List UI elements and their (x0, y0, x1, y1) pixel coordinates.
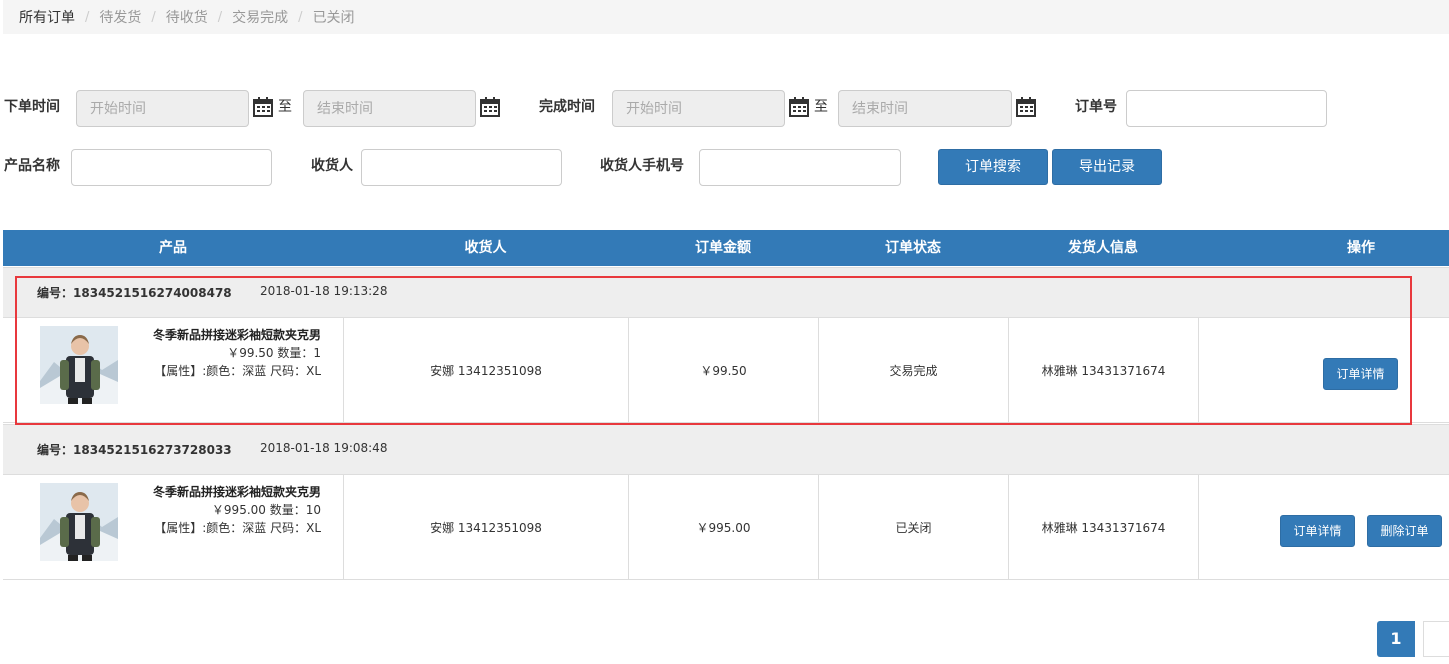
calendar-icon[interactable] (1016, 97, 1036, 117)
product-info: 冬季新品拼接迷彩袖短款夹克男 ￥995.00 数量：10 【属性】:颜色：深蓝 … (153, 483, 321, 537)
product-price-qty: ￥99.50 数量：1 (227, 346, 321, 360)
order-number: 编号：1834521516274008478 (37, 284, 232, 301)
order-status-tabs: 所有订单 / 待发货 / 待收货 / 交易完成 / 已关闭 (3, 0, 1449, 34)
order-date: 2018-01-18 19:13:28 (260, 284, 388, 298)
export-records-button[interactable]: 导出记录 (1052, 149, 1162, 185)
product-info: 冬季新品拼接迷彩袖短款夹克男 ￥99.50 数量：1 【属性】:颜色：深蓝 尺码… (153, 326, 321, 380)
order-time-end-input[interactable] (303, 90, 476, 127)
pagination-page-1[interactable]: 1 (1377, 621, 1415, 657)
to-label: 至 (278, 99, 292, 115)
product-name[interactable]: 冬季新品拼接迷彩袖短款夹克男 (153, 326, 321, 344)
order-number-label: 编号： (37, 286, 74, 300)
order-no-input[interactable] (1126, 90, 1327, 127)
sender-cell: 林雅琳 13431371674 (1009, 475, 1199, 579)
order-no-label: 订单号 (1075, 99, 1117, 115)
product-thumbnail[interactable] (40, 483, 118, 561)
product-attributes: 【属性】:颜色：深蓝 尺码：XL (154, 364, 321, 378)
table-row: 冬季新品拼接迷彩袖短款夹克男 ￥995.00 数量：10 【属性】:颜色：深蓝 … (3, 474, 1449, 580)
order-time-label: 下单时间 (4, 99, 60, 115)
header-product: 产品 (159, 240, 187, 256)
tab-separator: / (217, 9, 223, 25)
receiver-input[interactable] (361, 149, 562, 186)
order-number-value: 1834521516273728033 (73, 443, 232, 457)
complete-time-end-input[interactable] (838, 90, 1012, 127)
actions-cell: 订单详情 删除订单 (1199, 475, 1449, 579)
complete-time-label: 完成时间 (539, 99, 595, 115)
pagination-next[interactable] (1423, 621, 1449, 657)
complete-time-start-input[interactable] (612, 90, 785, 127)
order-group-header: 编号：1834521516274008478 2018-01-18 19:13:… (3, 267, 1449, 317)
orders-table-header: 产品 收货人 订单金额 订单状态 发货人信息 操作 (3, 230, 1449, 266)
actions-cell: 订单详情 (1199, 318, 1449, 422)
product-name[interactable]: 冬季新品拼接迷彩袖短款夹克男 (153, 483, 321, 501)
order-search-button[interactable]: 订单搜索 (938, 149, 1048, 185)
order-detail-button[interactable]: 订单详情 (1280, 515, 1355, 547)
status-cell: 交易完成 (819, 318, 1009, 422)
header-sender: 发货人信息 (1068, 240, 1138, 256)
product-price-qty: ￥995.00 数量：10 (211, 503, 321, 517)
product-cell: 冬季新品拼接迷彩袖短款夹克男 ￥995.00 数量：10 【属性】:颜色：深蓝 … (3, 475, 344, 579)
order-number-label: 编号： (37, 443, 74, 457)
calendar-icon[interactable] (480, 97, 500, 117)
calendar-icon[interactable] (253, 97, 273, 117)
tab-separator: / (85, 9, 90, 25)
receiver-phone-input[interactable] (699, 149, 901, 186)
order-number-value: 1834521516274008478 (73, 286, 232, 300)
product-name-input[interactable] (71, 149, 272, 186)
tab-completed[interactable]: 交易完成 (232, 7, 288, 27)
order-date: 2018-01-18 19:08:48 (260, 441, 388, 455)
tab-separator: / (151, 9, 156, 25)
product-cell: 冬季新品拼接迷彩袖短款夹克男 ￥99.50 数量：1 【属性】:颜色：深蓝 尺码… (3, 318, 344, 422)
table-row: 冬季新品拼接迷彩袖短款夹克男 ￥99.50 数量：1 【属性】:颜色：深蓝 尺码… (3, 317, 1449, 423)
tab-all-orders[interactable]: 所有订单 (19, 7, 75, 27)
sender-cell: 林雅琳 13431371674 (1009, 318, 1199, 422)
receiver-label: 收货人 (311, 158, 353, 174)
header-actions: 操作 (1347, 240, 1375, 256)
to-label: 至 (814, 99, 828, 115)
tab-separator: / (298, 9, 303, 25)
header-amount: 订单金额 (695, 240, 751, 256)
receiver-phone-label: 收货人手机号 (600, 158, 684, 174)
receiver-cell: 安娜 13412351098 (344, 475, 629, 579)
header-receiver: 收货人 (464, 240, 507, 256)
tab-closed[interactable]: 已关闭 (313, 7, 355, 27)
product-thumbnail[interactable] (40, 326, 118, 404)
order-number: 编号：1834521516273728033 (37, 441, 232, 458)
tab-pending-receipt[interactable]: 待收货 (166, 7, 208, 27)
order-detail-button[interactable]: 订单详情 (1323, 358, 1398, 390)
product-name-label: 产品名称 (4, 158, 60, 174)
tab-pending-shipment[interactable]: 待发货 (99, 7, 141, 27)
amount-cell: ￥99.50 (629, 318, 819, 422)
order-time-start-input[interactable] (76, 90, 249, 127)
amount-cell: ￥995.00 (629, 475, 819, 579)
calendar-icon[interactable] (789, 97, 809, 117)
status-cell: 已关闭 (819, 475, 1009, 579)
product-attributes: 【属性】:颜色：深蓝 尺码：XL (154, 521, 321, 535)
order-group-header: 编号：1834521516273728033 2018-01-18 19:08:… (3, 424, 1449, 474)
delete-order-button[interactable]: 删除订单 (1367, 515, 1442, 547)
receiver-cell: 安娜 13412351098 (344, 318, 629, 422)
header-status: 订单状态 (885, 240, 941, 256)
